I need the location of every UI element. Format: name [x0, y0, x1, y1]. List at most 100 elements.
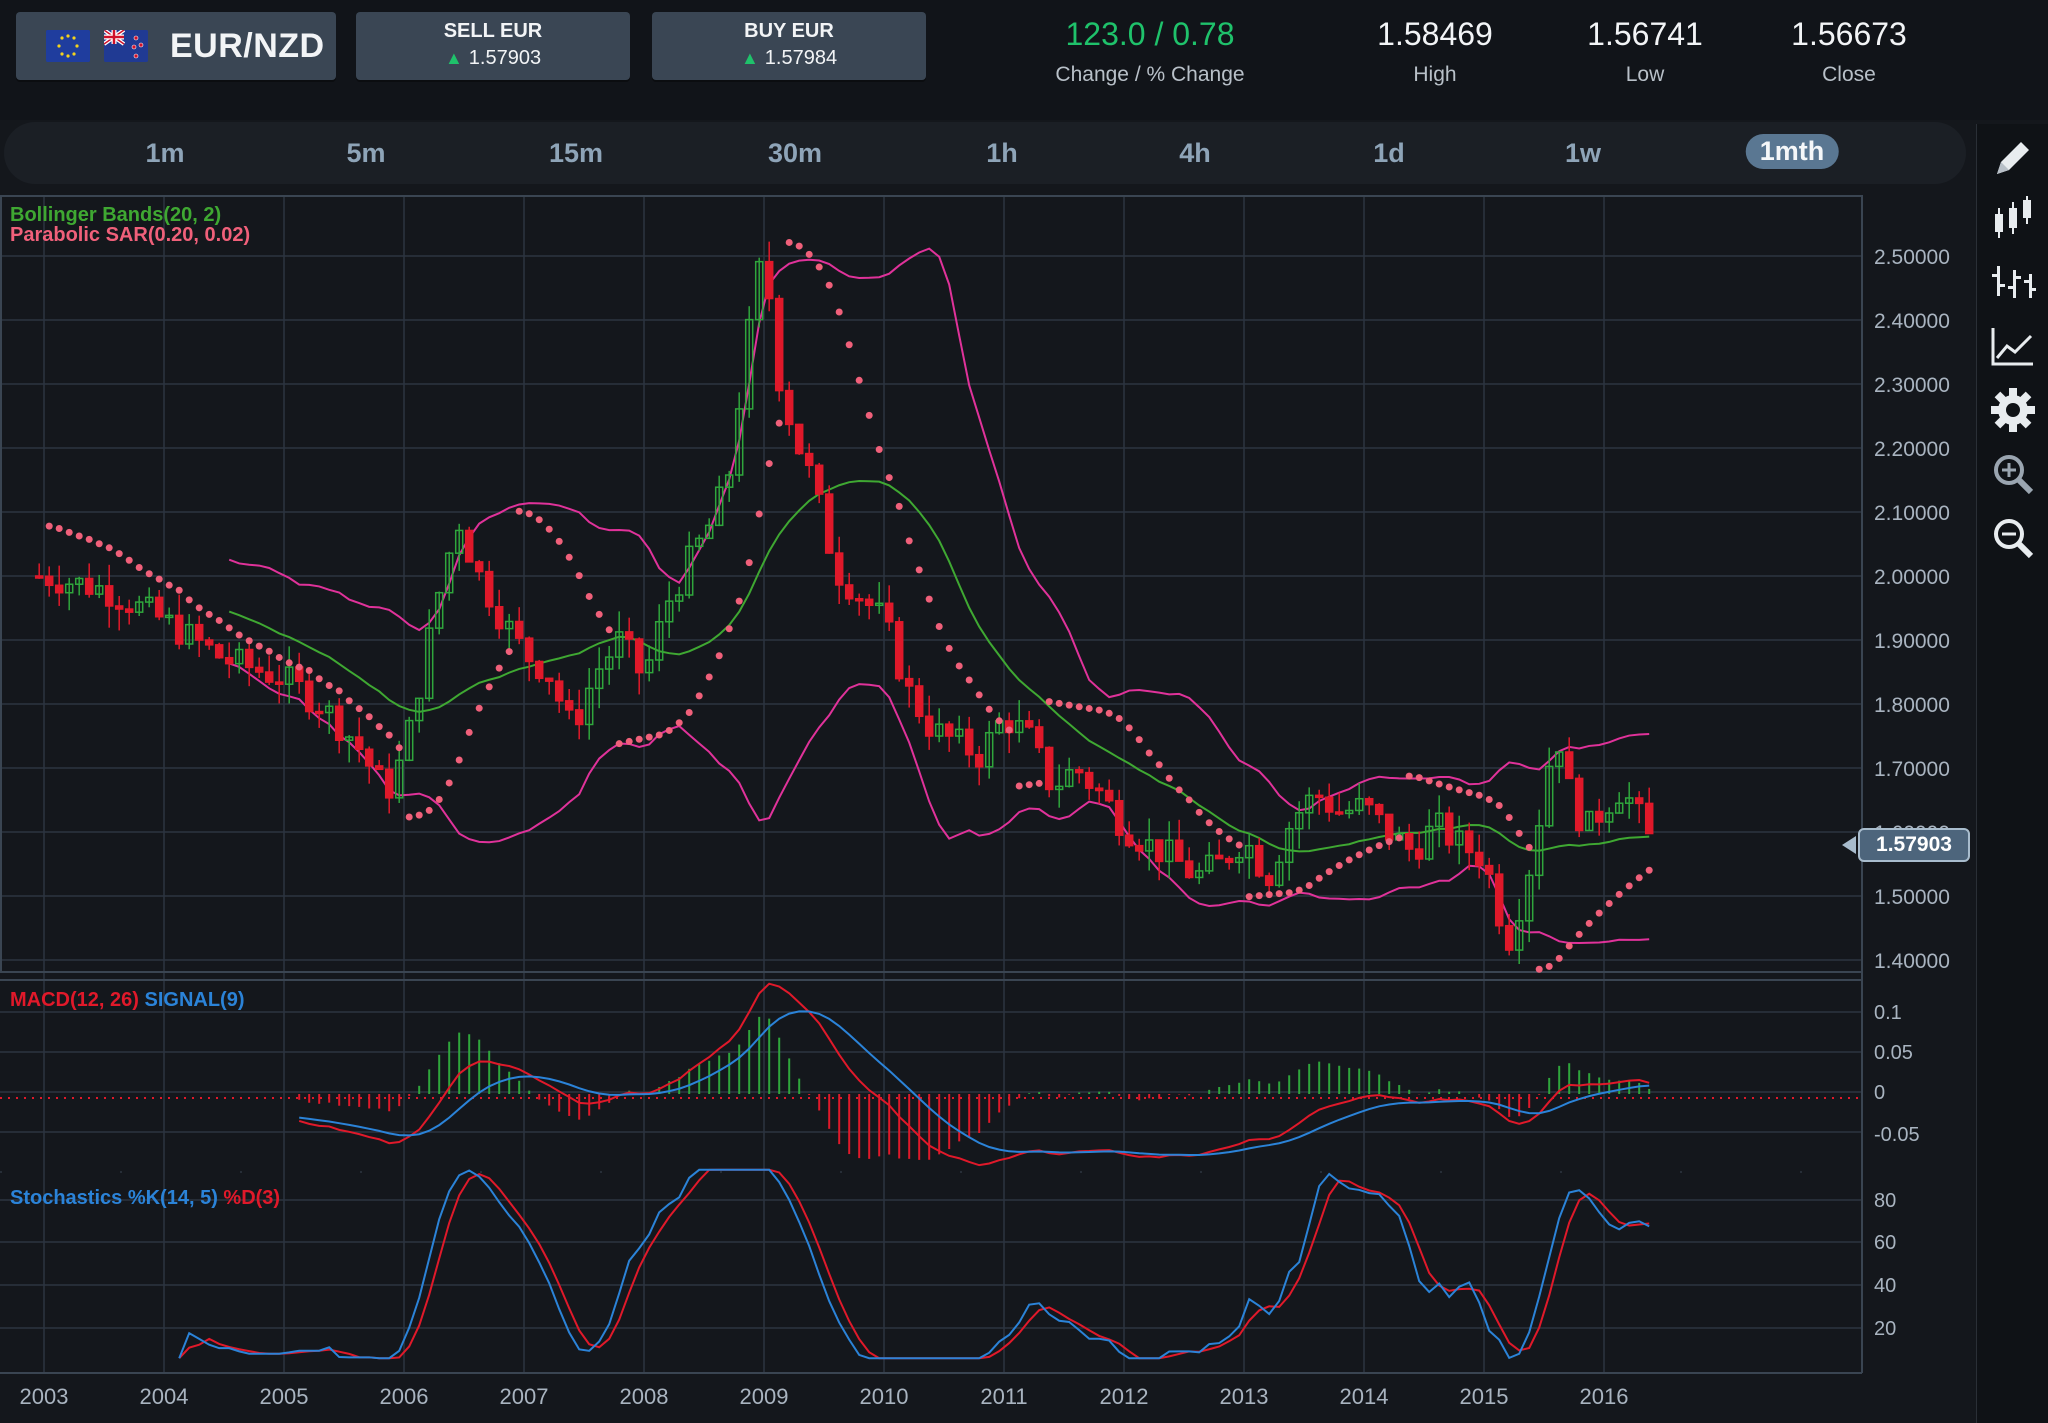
- buy-label: BUY EUR: [744, 20, 834, 42]
- sar-dot: [445, 779, 453, 787]
- sar-dot: [375, 723, 383, 731]
- nz-flag-icon: [104, 30, 148, 62]
- sar-dot: [625, 737, 633, 745]
- sar-dot: [1085, 704, 1093, 712]
- candle-down: [254, 666, 264, 673]
- timeframe-1m[interactable]: 1m: [145, 138, 184, 169]
- sell-button[interactable]: SELL EUR ▲ 1.57903: [356, 12, 630, 80]
- sar-dot: [1055, 699, 1063, 707]
- timeframe-1w[interactable]: 1w: [1565, 138, 1601, 169]
- candle-down: [1094, 787, 1104, 792]
- candle-down: [814, 464, 824, 495]
- bar-chart-icon[interactable]: [1989, 258, 2037, 306]
- candle-down: [624, 631, 634, 640]
- zoom-in-icon[interactable]: [1989, 450, 2037, 498]
- sar-dot: [685, 708, 693, 716]
- sar-dot: [1575, 930, 1583, 938]
- sar-dot: [1105, 709, 1113, 717]
- year-tick-label: 2007: [500, 1384, 549, 1409]
- sar-dot: [325, 681, 333, 689]
- sar-dot: [1265, 891, 1273, 899]
- sar-dot: [1345, 856, 1353, 864]
- sar-dot: [1275, 890, 1283, 898]
- candle-down: [54, 584, 64, 594]
- timeframe-4h[interactable]: 4h: [1179, 138, 1211, 169]
- sar-dot: [575, 572, 583, 580]
- low-value: 1.56741: [1587, 16, 1703, 52]
- candle-down: [1134, 844, 1144, 852]
- candle-down: [1324, 796, 1334, 813]
- sar-dot: [245, 637, 253, 645]
- timeframe-1d[interactable]: 1d: [1373, 138, 1405, 169]
- pencil-icon[interactable]: [1989, 134, 2037, 182]
- sar-dot: [1335, 862, 1343, 870]
- sar-dot: [1325, 868, 1333, 876]
- sar-dot: [1035, 779, 1043, 787]
- sar-dot: [805, 250, 813, 258]
- sar-dot: [1015, 782, 1023, 790]
- sar-legend: Parabolic SAR(0.20, 0.02): [10, 224, 251, 246]
- sar-dot: [1165, 774, 1173, 782]
- candle-down: [794, 423, 804, 455]
- year-tick-label: 2006: [380, 1384, 429, 1409]
- low-label: Low: [1625, 63, 1665, 86]
- timeframe-1mth[interactable]: 1mth: [1745, 134, 1839, 169]
- chart-toolbar: [1976, 124, 2048, 1423]
- zoom-out-icon[interactable]: [1989, 514, 2037, 562]
- sar-dot: [855, 376, 863, 384]
- sar-dot: [925, 595, 933, 603]
- timeframe-15m[interactable]: 15m: [549, 138, 603, 169]
- sar-dot: [1605, 899, 1613, 907]
- change-label: Change / % Change: [1055, 63, 1245, 86]
- timeframe-5m[interactable]: 5m: [346, 138, 385, 169]
- candle-down: [244, 648, 254, 669]
- sar-dot: [535, 516, 543, 524]
- sar-dot: [795, 242, 803, 250]
- candle-down: [1114, 799, 1124, 836]
- candle-down: [264, 671, 274, 683]
- sar-dot: [485, 683, 493, 691]
- candle-down: [1214, 854, 1224, 860]
- sar-dot: [255, 642, 263, 650]
- sar-dot: [605, 626, 613, 634]
- candle-down: [1104, 789, 1114, 802]
- sar-dot: [465, 728, 473, 736]
- candle-down: [364, 748, 374, 767]
- timeframe-1h[interactable]: 1h: [986, 138, 1018, 169]
- eu-flag-icon: [46, 30, 90, 62]
- currency-pair-selector[interactable]: EUR/NZD: [16, 12, 336, 80]
- sar-dot: [885, 474, 893, 482]
- candle-down: [1084, 771, 1094, 789]
- sar-dot: [515, 507, 523, 515]
- candle-down: [1074, 769, 1084, 774]
- sar-dot: [1525, 843, 1533, 851]
- candle-down: [484, 570, 494, 608]
- sar-dot: [675, 719, 683, 727]
- year-tick-label: 2008: [620, 1384, 669, 1409]
- candle-down: [1474, 851, 1484, 867]
- timeframe-30m[interactable]: 30m: [768, 138, 822, 169]
- stoch-k-label: Stochastics %K(14, 5): [10, 1187, 218, 1209]
- candle-down: [894, 621, 904, 680]
- candle-down: [1224, 857, 1234, 864]
- line-chart-icon[interactable]: [1989, 322, 2037, 370]
- sar-dot: [1255, 892, 1263, 900]
- gear-icon[interactable]: [1989, 386, 2037, 434]
- year-tick-label: 2005: [260, 1384, 309, 1409]
- buy-button[interactable]: BUY EUR ▲ 1.57984: [652, 12, 926, 80]
- sar-dot: [915, 566, 923, 574]
- sar-dot: [1295, 886, 1303, 894]
- price-chart[interactable]: 2.50000 2.40000 2.30000 2.20000 2.10000 2.000…: [0, 192, 1972, 1423]
- sar-dot: [355, 705, 363, 713]
- year-tick-label: 2004: [140, 1384, 189, 1409]
- candle-down: [1174, 839, 1184, 862]
- low-stat: 1.56741 Low: [1540, 16, 1750, 87]
- sar-dot: [1095, 706, 1103, 714]
- sar-dot: [1505, 813, 1513, 821]
- sar-dot: [145, 570, 153, 578]
- sar-dot: [725, 625, 733, 633]
- candlestick-icon[interactable]: [1989, 194, 2037, 242]
- close-stat: 1.56673 Close: [1744, 16, 1954, 87]
- candle-down: [1334, 811, 1344, 815]
- sar-dot: [1495, 801, 1503, 809]
